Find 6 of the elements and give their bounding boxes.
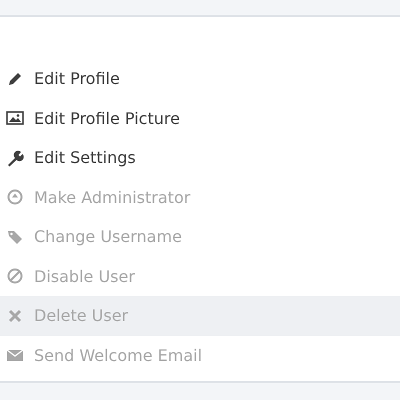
ban-icon	[6, 267, 24, 286]
wrench-icon	[6, 148, 24, 167]
menu-item[interactable]: Edit Profile Picture	[0, 98, 400, 138]
menu-item[interactable]: Edit Settings	[0, 138, 400, 178]
image-icon	[6, 109, 24, 128]
menu-item[interactable]: Edit Profile	[0, 59, 400, 98]
